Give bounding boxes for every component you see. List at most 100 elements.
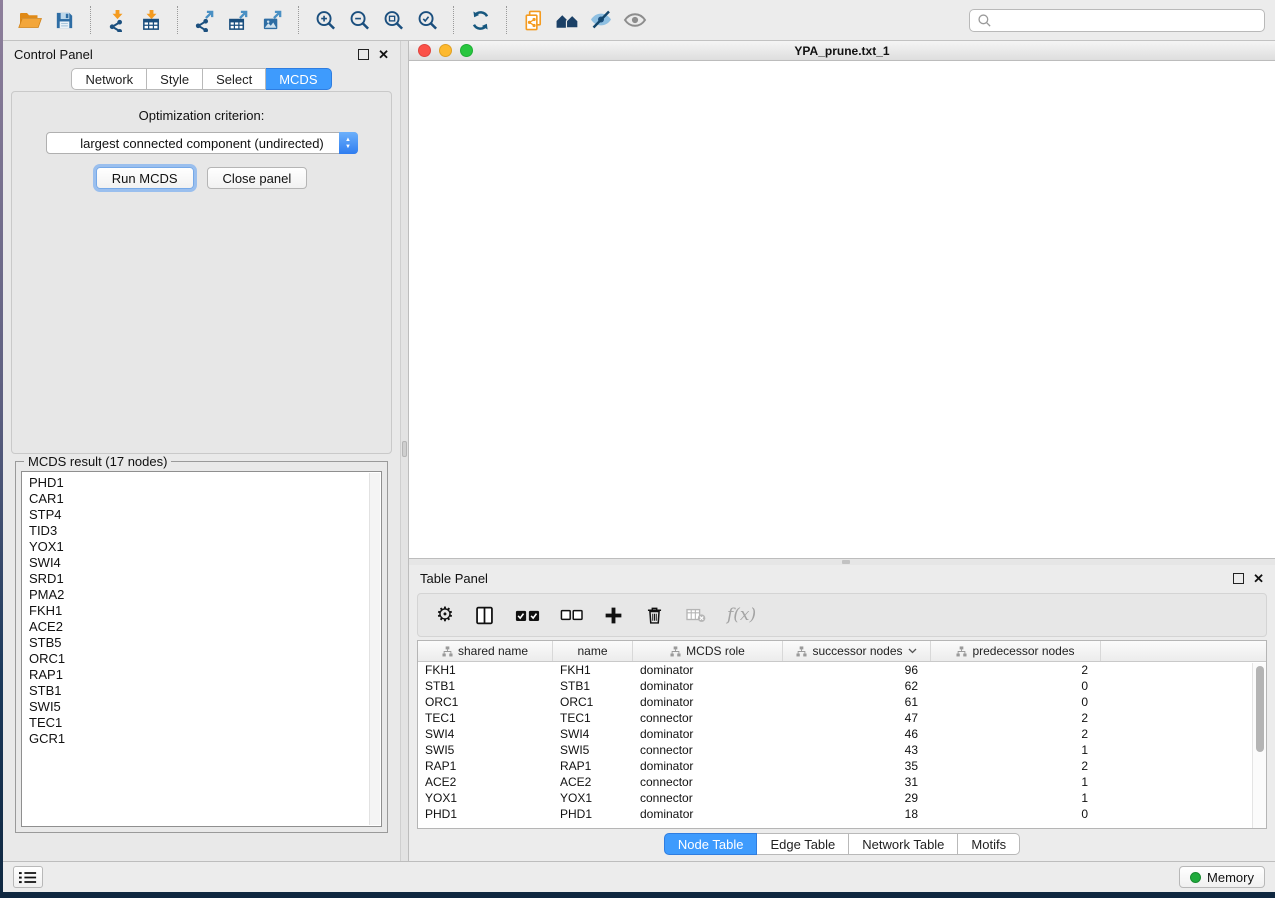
column-header-name[interactable]: name bbox=[553, 641, 633, 661]
show-eye-button[interactable] bbox=[618, 4, 652, 36]
mcds-result-item[interactable]: STB5 bbox=[29, 635, 381, 651]
tab-node-table[interactable]: Node Table bbox=[664, 833, 758, 855]
cell-shared-name[interactable]: SWI5 bbox=[418, 743, 553, 757]
memory-button[interactable]: Memory bbox=[1179, 866, 1265, 888]
cell-predecessor-nodes[interactable]: 1 bbox=[931, 775, 1101, 789]
cell-predecessor-nodes[interactable]: 0 bbox=[931, 695, 1101, 709]
mcds-result-item[interactable]: YOX1 bbox=[29, 539, 381, 555]
cell-shared-name[interactable]: ACE2 bbox=[418, 775, 553, 789]
mcds-result-item[interactable]: SWI5 bbox=[29, 699, 381, 715]
cell-successor-nodes[interactable]: 18 bbox=[783, 807, 931, 821]
tab-style[interactable]: Style bbox=[147, 68, 203, 90]
mcds-result-item[interactable]: ACE2 bbox=[29, 619, 381, 635]
cell-shared-name[interactable]: PHD1 bbox=[418, 807, 553, 821]
tab-mcds[interactable]: MCDS bbox=[266, 68, 331, 90]
float-panel-icon[interactable] bbox=[358, 49, 369, 60]
column-header-successor-nodes[interactable]: successor nodes bbox=[783, 641, 931, 661]
cell-shared-name[interactable]: STB1 bbox=[418, 679, 553, 693]
cell-mcds-role[interactable]: dominator bbox=[633, 727, 783, 741]
cell-mcds-role[interactable]: dominator bbox=[633, 759, 783, 773]
cell-mcds-role[interactable]: connector bbox=[633, 791, 783, 805]
splitter-dot[interactable] bbox=[842, 560, 850, 564]
cell-predecessor-nodes[interactable]: 1 bbox=[931, 743, 1101, 757]
close-window-icon[interactable] bbox=[418, 44, 431, 57]
cell-name[interactable]: ACE2 bbox=[553, 775, 633, 789]
cell-mcds-role[interactable]: connector bbox=[633, 743, 783, 757]
zoom-out-button[interactable] bbox=[342, 4, 376, 36]
mcds-result-item[interactable]: STP4 bbox=[29, 507, 381, 523]
close-panel-icon[interactable]: ✕ bbox=[378, 49, 389, 60]
zoom-in-button[interactable] bbox=[308, 4, 342, 36]
table-row[interactable]: ACE2ACE2connector311 bbox=[418, 774, 1266, 790]
cell-successor-nodes[interactable]: 62 bbox=[783, 679, 931, 693]
column-header-shared-name[interactable]: shared name bbox=[418, 641, 553, 661]
cell-successor-nodes[interactable]: 96 bbox=[783, 663, 931, 677]
search-input[interactable] bbox=[997, 13, 1257, 27]
cell-shared-name[interactable]: RAP1 bbox=[418, 759, 553, 773]
cell-predecessor-nodes[interactable]: 2 bbox=[931, 663, 1101, 677]
cell-name[interactable]: PHD1 bbox=[553, 807, 633, 821]
mcds-result-item[interactable]: CAR1 bbox=[29, 491, 381, 507]
run-mcds-button[interactable]: Run MCDS bbox=[96, 167, 194, 189]
horizontal-splitter[interactable] bbox=[409, 559, 1275, 565]
maximize-window-icon[interactable] bbox=[460, 44, 473, 57]
cell-shared-name[interactable]: ORC1 bbox=[418, 695, 553, 709]
column-browser-button[interactable] bbox=[474, 605, 495, 626]
close-panel-icon[interactable]: ✕ bbox=[1253, 573, 1264, 584]
export-table-button[interactable] bbox=[221, 4, 255, 36]
export-image-button[interactable] bbox=[255, 4, 289, 36]
add-column-button[interactable] bbox=[603, 605, 624, 626]
scrollbar-thumb[interactable] bbox=[1256, 666, 1264, 752]
mcds-result-item[interactable]: SRD1 bbox=[29, 571, 381, 587]
cell-successor-nodes[interactable]: 29 bbox=[783, 791, 931, 805]
duplicate-network-button[interactable] bbox=[516, 4, 550, 36]
houses-icon-button[interactable] bbox=[550, 4, 584, 36]
zoom-fit-button[interactable] bbox=[376, 4, 410, 36]
table-row[interactable]: YOX1YOX1connector291 bbox=[418, 790, 1266, 806]
minimize-window-icon[interactable] bbox=[439, 44, 452, 57]
tab-edge-table[interactable]: Edge Table bbox=[757, 833, 849, 855]
result-list-scrollbar[interactable] bbox=[369, 473, 380, 825]
delete-column-button[interactable] bbox=[644, 605, 665, 626]
cell-predecessor-nodes[interactable]: 2 bbox=[931, 711, 1101, 725]
tab-network[interactable]: Network bbox=[71, 68, 147, 90]
tab-select[interactable]: Select bbox=[203, 68, 266, 90]
mcds-result-item[interactable]: FKH1 bbox=[29, 603, 381, 619]
cell-mcds-role[interactable]: dominator bbox=[633, 807, 783, 821]
cell-mcds-role[interactable]: dominator bbox=[633, 679, 783, 693]
cell-mcds-role[interactable]: connector bbox=[633, 711, 783, 725]
cell-name[interactable]: SWI5 bbox=[553, 743, 633, 757]
cell-successor-nodes[interactable]: 43 bbox=[783, 743, 931, 757]
show-panels-button[interactable] bbox=[13, 866, 43, 888]
cell-name[interactable]: TEC1 bbox=[553, 711, 633, 725]
mcds-result-item[interactable]: GCR1 bbox=[29, 731, 381, 747]
cell-name[interactable]: FKH1 bbox=[553, 663, 633, 677]
mcds-result-item[interactable]: PMA2 bbox=[29, 587, 381, 603]
table-row[interactable]: STB1STB1dominator620 bbox=[418, 678, 1266, 694]
cell-name[interactable]: RAP1 bbox=[553, 759, 633, 773]
mcds-result-item[interactable]: ORC1 bbox=[29, 651, 381, 667]
table-row[interactable]: SWI5SWI5connector431 bbox=[418, 742, 1266, 758]
criterion-select[interactable]: largest connected component (undirected)… bbox=[46, 132, 358, 154]
mcds-result-item[interactable]: PHD1 bbox=[29, 475, 381, 491]
cell-mcds-role[interactable]: connector bbox=[633, 775, 783, 789]
cell-predecessor-nodes[interactable]: 0 bbox=[931, 679, 1101, 693]
cell-mcds-role[interactable]: dominator bbox=[633, 663, 783, 677]
cell-predecessor-nodes[interactable]: 2 bbox=[931, 727, 1101, 741]
cell-predecessor-nodes[interactable]: 2 bbox=[931, 759, 1101, 773]
cell-mcds-role[interactable]: dominator bbox=[633, 695, 783, 709]
column-header-mcds-role[interactable]: MCDS role bbox=[633, 641, 783, 661]
table-row[interactable]: ORC1ORC1dominator610 bbox=[418, 694, 1266, 710]
table-settings-button[interactable]: ⚙ bbox=[436, 605, 454, 625]
splitter-grip[interactable] bbox=[402, 441, 407, 457]
close-panel-button[interactable]: Close panel bbox=[207, 167, 308, 189]
table-row[interactable]: SWI4SWI4dominator462 bbox=[418, 726, 1266, 742]
cell-name[interactable]: YOX1 bbox=[553, 791, 633, 805]
cell-name[interactable]: SWI4 bbox=[553, 727, 633, 741]
export-network-button[interactable] bbox=[187, 4, 221, 36]
cell-shared-name[interactable]: FKH1 bbox=[418, 663, 553, 677]
refresh-button[interactable] bbox=[463, 4, 497, 36]
table-scrollbar[interactable] bbox=[1252, 663, 1266, 828]
table-row[interactable]: PHD1PHD1dominator180 bbox=[418, 806, 1266, 822]
import-network-button[interactable] bbox=[100, 4, 134, 36]
